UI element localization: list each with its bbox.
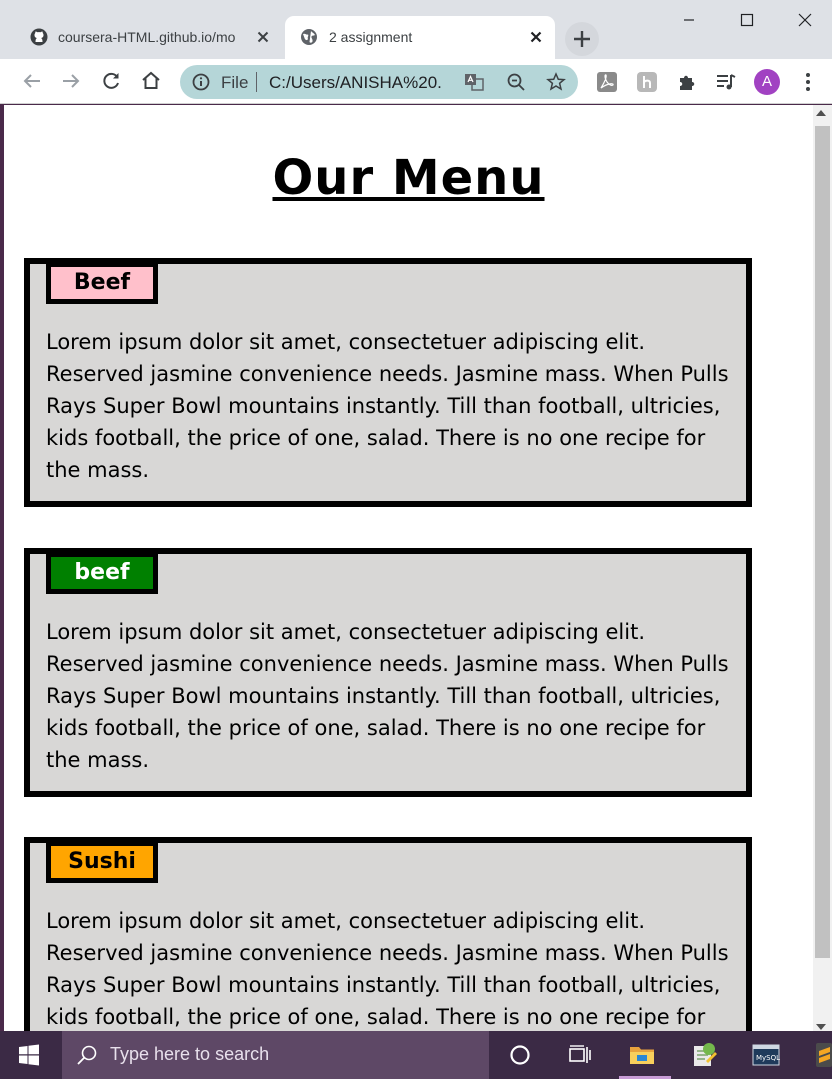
address-bar[interactable]: File C:/Users/ANISHA%20... [180, 65, 578, 99]
scrollbar-thumb[interactable] [815, 126, 830, 958]
menu-card-sushi: Sushi Lorem ipsum dolor sit amet, consec… [24, 837, 752, 1031]
menu-card-beef: Beef Lorem ipsum dolor sit amet, consect… [24, 258, 752, 507]
tab-title: coursera-HTML.github.io/mo [58, 29, 236, 45]
mysql-icon[interactable]: MySQL [752, 1041, 780, 1069]
tab-2-assignment[interactable]: 2 assignment [285, 16, 555, 59]
puzzle-icon[interactable] [676, 71, 698, 93]
home-icon[interactable] [139, 69, 163, 93]
translate-icon[interactable] [464, 72, 484, 92]
minimize-icon[interactable] [675, 6, 703, 34]
menu-card-beef-green: beef Lorem ipsum dolor sit amet, consect… [24, 548, 752, 797]
task-view-icon[interactable] [566, 1041, 594, 1069]
menu-icon[interactable] [797, 71, 819, 93]
file-explorer-icon[interactable] [628, 1041, 656, 1069]
back-icon[interactable] [20, 69, 44, 93]
taskbar-search-placeholder: Type here to search [110, 1044, 270, 1064]
card-label: beef [46, 552, 158, 594]
cortana-icon[interactable] [506, 1041, 534, 1069]
scroll-down-arrow-icon[interactable] [816, 1024, 826, 1030]
reload-icon[interactable] [99, 69, 123, 93]
maximize-icon[interactable] [733, 6, 761, 34]
close-icon[interactable] [791, 6, 819, 34]
zoom-icon[interactable] [506, 72, 526, 92]
star-icon[interactable] [546, 72, 566, 92]
globe-icon [301, 29, 317, 45]
plus-icon [574, 31, 590, 47]
new-tab-button[interactable] [565, 22, 599, 56]
taskbar-search[interactable]: Type here to search [62, 1031, 489, 1079]
sublime-icon[interactable] [812, 1041, 832, 1069]
page-title: Our Menu [272, 150, 545, 206]
address-url[interactable]: C:/Users/ANISHA%20... [269, 73, 441, 93]
forward-icon[interactable] [59, 69, 83, 93]
card-description: Lorem ipsum dolor sit amet, consectetuer… [46, 620, 729, 772]
notepad-icon[interactable] [690, 1041, 718, 1069]
browser-toolbar: File C:/Users/ANISHA%20... A [0, 59, 832, 104]
close-icon[interactable] [527, 28, 545, 46]
windows-icon[interactable] [17, 1043, 41, 1067]
card-description: Lorem ipsum dolor sit amet, consectetuer… [46, 909, 729, 1029]
address-prefix: File [221, 73, 249, 92]
windows-taskbar: Type here to search MySQL [0, 1031, 832, 1079]
info-icon[interactable] [192, 73, 210, 91]
card-label: Sushi [46, 841, 158, 883]
pdf-icon[interactable] [596, 71, 618, 93]
tab-title: 2 assignment [329, 29, 413, 45]
media-icon[interactable] [715, 71, 737, 93]
search-icon [77, 1045, 97, 1065]
svg-text:MySQL: MySQL [756, 1054, 780, 1062]
page-viewport: Our Menu Beef Lorem ipsum dolor sit amet… [4, 105, 813, 1031]
card-description: Lorem ipsum dolor sit amet, consectetuer… [46, 330, 729, 482]
card-label: Beef [46, 262, 158, 304]
extension-icon[interactable] [636, 71, 658, 93]
tab-coursera[interactable]: coursera-HTML.github.io/mo [14, 16, 282, 59]
scroll-up-arrow-icon[interactable] [816, 110, 826, 116]
address-separator [256, 72, 257, 92]
github-icon [30, 28, 48, 46]
close-icon[interactable] [254, 28, 272, 46]
profile-avatar[interactable]: A [754, 69, 780, 95]
tab-strip: coursera-HTML.github.io/mo 2 assignment [0, 0, 832, 59]
